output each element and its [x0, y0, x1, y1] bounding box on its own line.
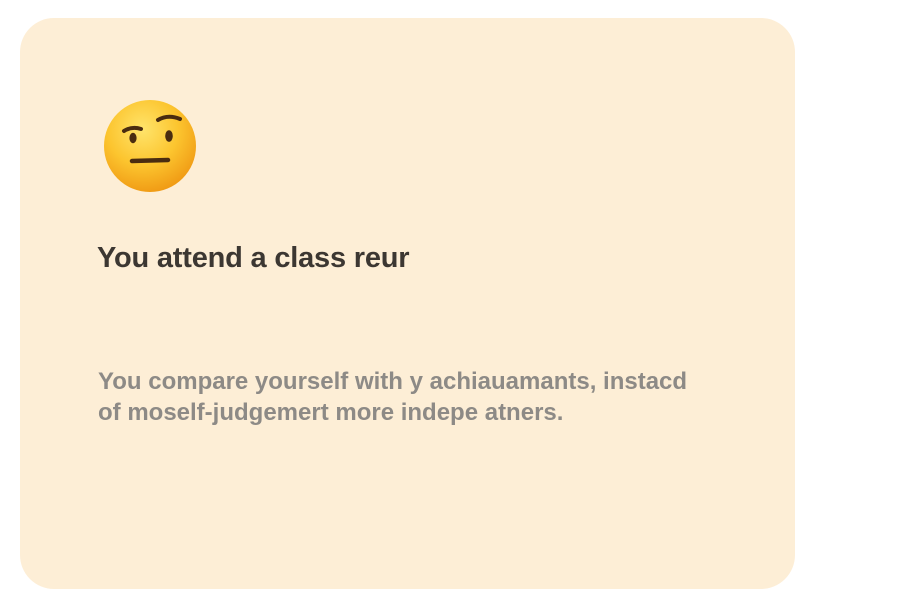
- card-description: You compare yourself with y achiauamants…: [98, 368, 688, 426]
- page: You attend a class reur You compare your…: [0, 0, 911, 601]
- card-title: You attend a class reur: [97, 242, 410, 274]
- raised-eyebrow-face-icon: [102, 98, 198, 194]
